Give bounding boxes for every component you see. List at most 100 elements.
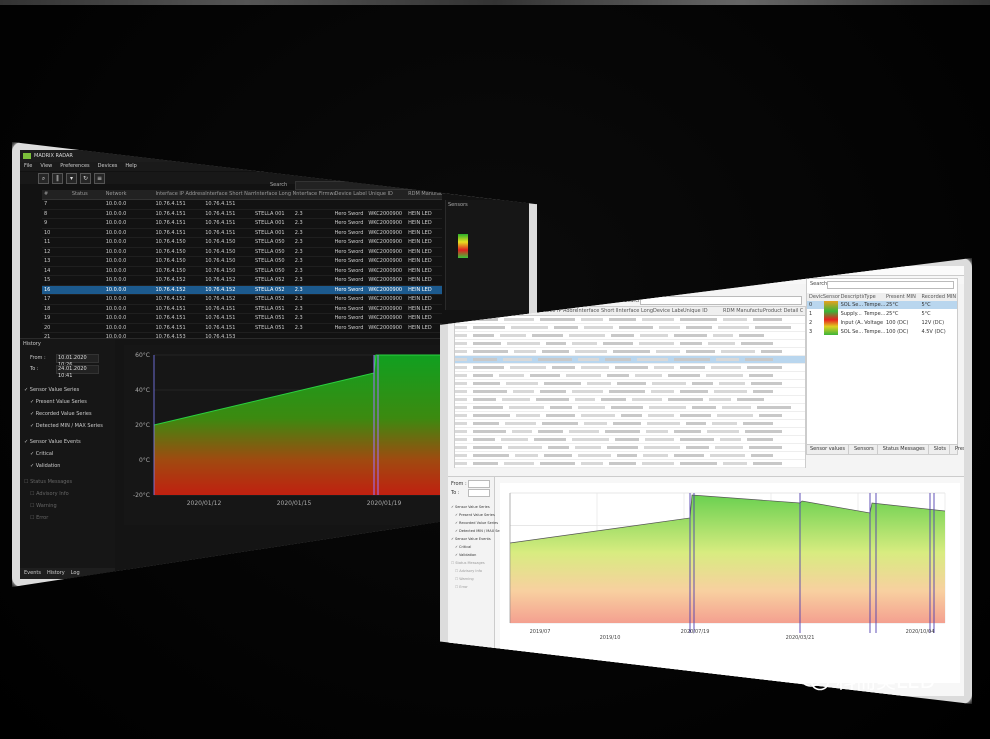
table-row[interactable] <box>455 364 805 372</box>
column-header[interactable]: RDM Manufacturer <box>408 190 442 199</box>
table-row[interactable] <box>455 380 805 388</box>
table-row[interactable] <box>455 372 805 380</box>
table-row[interactable]: 10 10.0.0.0 10.76.4.151 10.76.4.151 STELLA 0… <box>42 229 442 238</box>
checkbox-9[interactable]: ☐ Warning <box>30 503 57 509</box>
table-row[interactable]: 9 10.0.0.0 10.76.4.151 10.76.4.151 STELLA 00… <box>42 219 442 229</box>
sensor-tab-3[interactable]: Slots <box>931 445 950 454</box>
column-header[interactable]: RDM Manufacturer <box>723 307 763 315</box>
menu-preferences[interactable]: Preferences <box>60 162 89 171</box>
table-row[interactable] <box>455 316 805 324</box>
to-date-input[interactable]: 24.01.2020 10:41 <box>56 365 99 379</box>
checkbox-4[interactable]: ✓ Sensor Value Events <box>24 439 81 445</box>
table-row[interactable] <box>455 356 805 364</box>
table-row[interactable] <box>455 332 805 340</box>
table-row[interactable]: 20 10.0.0.0 10.76.4.151 10.76.4.151 STELLA 0… <box>42 324 442 333</box>
checkbox-1[interactable]: ✓ Present Value Series <box>455 513 495 517</box>
column-header[interactable]: Interface IP Address <box>155 190 205 199</box>
table-row[interactable]: 11 10.0.0.0 10.76.4.150 10.76.4.150 STELLA 0… <box>42 238 442 248</box>
tab-events[interactable]: Events <box>24 568 41 579</box>
table-row[interactable]: 8 10.0.0.0 10.76.4.151 10.76.4.151 STELLA 00… <box>42 210 442 219</box>
column-header[interactable]: Device <box>807 293 823 301</box>
checkbox-2[interactable]: ✓ Recorded Value Series <box>455 521 498 525</box>
checkbox-5[interactable]: ✓ Critical <box>30 451 53 457</box>
checkbox-7[interactable]: ☐ Status Messages <box>24 479 72 485</box>
menu-file[interactable]: File <box>24 162 32 171</box>
from-date-input[interactable] <box>468 480 490 488</box>
checkbox-9[interactable]: ☐ Warning <box>455 577 474 581</box>
table-row[interactable]: 19 10.0.0.0 10.76.4.151 10.76.4.151 STELLA 0… <box>42 314 442 324</box>
checkbox-0[interactable]: ✓ Sensor Value Series <box>451 505 490 509</box>
table-row[interactable] <box>455 388 805 396</box>
sensor-tab-0[interactable]: Sensor values <box>807 445 849 454</box>
table-row[interactable] <box>455 420 805 428</box>
table-row[interactable] <box>455 428 805 436</box>
column-header[interactable]: Product Detail Code <box>763 307 803 315</box>
column-header[interactable]: Unique ID <box>683 307 723 315</box>
table-row[interactable] <box>455 412 805 420</box>
table-row[interactable] <box>455 436 805 444</box>
table-row[interactable] <box>455 324 805 332</box>
table-row[interactable]: 7 10.0.0.0 10.76.4.151 10.76.4.151 <box>42 200 442 210</box>
table-row[interactable]: 13 10.0.0.0 10.76.4.150 10.76.4.150 STELLA 0… <box>42 257 442 267</box>
column-header[interactable]: Interface Short Name <box>205 190 255 199</box>
column-header[interactable]: Interface IP Address <box>533 307 577 315</box>
table-row[interactable] <box>455 396 805 404</box>
column-header[interactable]: # <box>42 190 72 199</box>
sensor-tab-1[interactable]: Sensors <box>851 445 878 454</box>
filter-icon[interactable]: ▾ <box>66 173 77 184</box>
table-row[interactable] <box>455 348 805 356</box>
checkbox-2[interactable]: ✓ Recorded Value Series <box>30 411 92 417</box>
column-header[interactable]: Interface Long Name <box>255 190 295 199</box>
table-row[interactable] <box>455 404 805 412</box>
to-date-input[interactable] <box>468 489 490 497</box>
tab-log[interactable]: Log <box>71 568 80 579</box>
search-tool-icon[interactable]: ⌕ <box>38 173 49 184</box>
menu-view[interactable]: View <box>40 162 52 171</box>
table-row[interactable]: 16 10.0.0.0 10.76.4.152 10.76.4.152 STELLA 0… <box>42 285 442 295</box>
table-row[interactable] <box>455 340 805 348</box>
from-date-input[interactable]: 10.01.2020 10:26 <box>56 354 99 368</box>
search-input[interactable] <box>640 296 802 305</box>
column-header[interactable]: Description <box>841 293 865 301</box>
column-header[interactable]: Device Label <box>335 190 369 199</box>
column-header[interactable]: Device Label <box>653 307 683 315</box>
checkbox-5[interactable]: ✓ Critical <box>455 545 471 549</box>
column-header[interactable]: Interface Firmware <box>295 190 335 199</box>
table-row[interactable] <box>455 452 805 460</box>
table-row[interactable] <box>455 444 805 452</box>
column-header[interactable]: Interface Short Name <box>577 307 617 315</box>
sensors-search-input[interactable] <box>827 281 954 289</box>
checkbox-6[interactable]: ✓ Validation <box>455 553 476 557</box>
checkbox-3[interactable]: ✓ Detected MIN / MAX Series <box>455 529 506 533</box>
sensor-tab-2[interactable]: Status Messages <box>880 445 929 454</box>
sensor-tab-4[interactable]: Presets <box>952 445 964 454</box>
table-row[interactable]: 14 10.0.0.0 10.76.4.150 10.76.4.150 STELLA 0… <box>42 267 442 276</box>
checkbox-0[interactable]: ✓ Sensor Value Series <box>24 387 79 393</box>
table-row[interactable]: 15 10.0.0.0 10.76.4.152 10.76.4.152 STELLA 0… <box>42 276 442 286</box>
column-header[interactable]: Sensor <box>823 293 841 301</box>
checkbox-10[interactable]: ☐ Error <box>30 515 48 521</box>
tab-history[interactable]: History <box>47 568 65 579</box>
list-icon[interactable]: ≡ <box>94 173 105 184</box>
pause-icon[interactable]: ‖ <box>52 173 63 184</box>
table-row[interactable]: 12 10.0.0.0 10.76.4.150 10.76.4.150 STELLA 0… <box>42 248 442 257</box>
column-header[interactable]: Unique ID <box>368 190 408 199</box>
refresh-icon[interactable]: ↻ <box>80 173 91 184</box>
menu-help[interactable]: Help <box>125 162 136 171</box>
checkbox-1[interactable]: ✓ Present Value Series <box>30 399 87 405</box>
column-header[interactable]: Network <box>106 190 156 199</box>
checkbox-8[interactable]: ☐ Advisory Info <box>30 491 69 497</box>
menu-devices[interactable]: Devices <box>98 162 118 171</box>
table-row[interactable]: 18 10.0.0.0 10.76.4.151 10.76.4.151 STELLA 0… <box>42 305 442 314</box>
checkbox-8[interactable]: ☐ Advisory Info <box>455 569 482 573</box>
table-row[interactable] <box>455 460 805 468</box>
checkbox-10[interactable]: ☐ Error <box>455 585 468 589</box>
checkbox-4[interactable]: ✓ Sensor Value Events <box>451 537 491 541</box>
column-header[interactable]: Recorded MIN <box>921 293 957 301</box>
column-header[interactable]: Present MIN <box>886 293 922 301</box>
search-input[interactable] <box>295 181 437 190</box>
checkbox-3[interactable]: ✓ Detected MIN / MAX Series <box>30 423 103 429</box>
checkbox-6[interactable]: ✓ Validation <box>30 463 60 469</box>
column-header[interactable]: Status <box>72 190 106 199</box>
table-row[interactable]: 17 10.0.0.0 10.76.4.152 10.76.4.152 STELLA 0… <box>42 295 442 305</box>
